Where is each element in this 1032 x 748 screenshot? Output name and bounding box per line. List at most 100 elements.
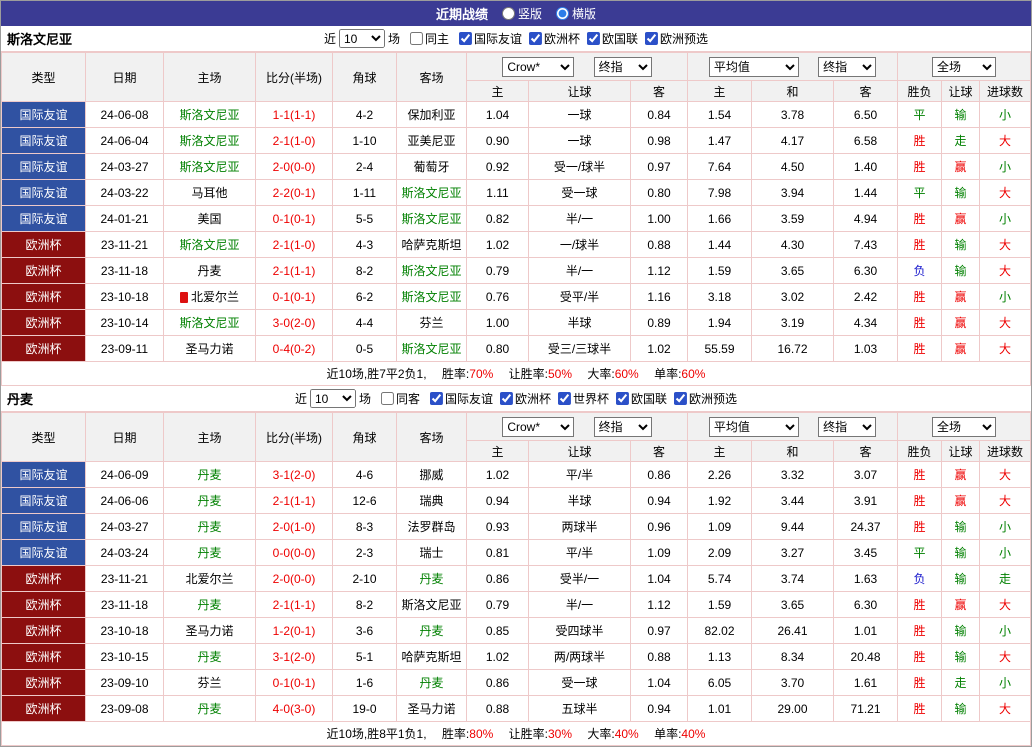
competition-filter[interactable]: 欧洲杯 [493,390,551,407]
home-team-name: 丹麦 [197,264,222,278]
odds-company-select[interactable]: Crow* [502,56,575,77]
summary-stat-winrate: 胜率:80% [441,727,494,741]
same-venue-checkbox[interactable] [409,32,423,45]
avg-home: 6.05 [687,669,752,696]
match-date: 23-11-21 [85,565,164,592]
summary-stat-over-rate: 大率:40% [587,727,639,741]
competition-filter[interactable]: 欧洲预选 [638,30,708,47]
competition-filter[interactable]: 欧国联 [580,30,638,47]
competition-type-badge: 国际友谊 [1,127,86,154]
competition-filters: 国际友谊 欧洲杯 欧国联 欧洲预选 [452,30,708,48]
horizontal-layout-radio[interactable] [556,7,569,20]
avg-draw: 3.65 [751,591,834,618]
average-select[interactable]: 平均值 [708,56,799,77]
result-handicap: 赢 [941,335,980,362]
competition-filter[interactable]: 欧洲杯 [522,30,580,47]
odds-company-select[interactable]: Crow* [502,416,575,437]
vertical-layout-radio[interactable] [501,7,515,20]
odds-handicap: 两球半 [528,513,631,540]
competition-checkbox[interactable] [558,391,572,405]
competition-checkbox[interactable] [587,31,601,45]
odds-away: 0.96 [630,513,688,540]
competition-checkbox[interactable] [674,391,688,405]
match-date: 24-03-27 [85,153,164,180]
competition-checkbox[interactable] [616,391,630,405]
layout-option-vertical[interactable]: 竖版 [501,5,542,22]
layout-option-horizontal[interactable]: 横版 [556,5,596,22]
home-team: 丹麦 [163,539,256,566]
avg-home: 1.44 [687,231,752,258]
competition-type-badge: 欧洲杯 [1,643,86,670]
competition-checkbox[interactable] [458,31,472,45]
recent-count-select[interactable]: 10 [309,389,356,408]
avg-home: 2.09 [687,539,752,566]
home-team: 斯洛文尼亚 [163,153,256,180]
odds-time-select[interactable]: 终指 [593,416,652,437]
home-team-name: 斯洛文尼亚 [179,134,240,148]
competition-filter[interactable]: 欧国联 [609,390,667,407]
competition-label: 欧洲杯 [515,391,552,406]
result-wdl: 胜 [897,335,942,362]
average-select[interactable]: 平均值 [708,416,799,437]
matches-table: 类型 日期 主场 比分(半场) 角球 客场 Crow* 终指 平均值 终指 全场… [1,52,1031,386]
corners: 2-10 [332,565,397,592]
match-date: 24-01-21 [85,205,164,232]
competition-filter[interactable]: 国际友谊 [452,30,522,47]
home-team-name: 圣马力诺 [185,342,234,356]
competition-filter[interactable]: 欧洲预选 [667,390,737,407]
match-date: 24-06-04 [85,127,164,154]
odds-time-select[interactable]: 终指 [593,56,652,77]
match-date: 23-10-14 [85,309,164,336]
result-goals: 大 [979,309,1031,336]
competition-checkbox[interactable] [529,31,543,45]
page-title: 近期战绩 [435,7,488,22]
competition-type-badge: 国际友谊 [1,513,86,540]
result-wdl: 胜 [897,231,942,258]
odds-handicap: 五球半 [528,695,631,722]
avg-away: 3.91 [833,487,898,514]
summary-stat-handicap-rate: 让胜率:30% [508,727,573,741]
odds-handicap: 半球 [528,487,631,514]
competition-checkbox[interactable] [500,391,513,405]
col-odds-away: 客 [630,80,688,102]
average-time-select[interactable]: 终指 [818,416,877,437]
avg-draw: 3.74 [751,565,834,592]
competition-filter[interactable]: 国际友谊 [423,390,493,407]
result-goals: 小 [979,513,1031,540]
result-goals: 大 [979,591,1031,618]
col-score-halftime: 比分(半场) [255,412,333,462]
same-venue-filter[interactable]: 同主 [403,30,449,47]
away-team: 斯洛文尼亚 [396,283,467,310]
result-goals: 小 [979,669,1031,696]
team-name: 丹麦 [7,392,34,407]
competition-checkbox[interactable] [429,391,443,405]
games-label: 场 [358,392,371,406]
score-halftime: 3-1(2-0) [255,461,333,488]
same-venue-checkbox[interactable] [380,392,394,405]
recent-count-select[interactable]: 10 [338,29,385,48]
avg-draw: 3.02 [751,283,834,310]
same-venue-filter[interactable]: 同客 [374,390,420,407]
result-handicap: 输 [941,513,980,540]
score-halftime: 4-0(3-0) [255,695,333,722]
scope-select[interactable]: 全场 [932,416,996,437]
match-row: 国际友谊 24-03-24 丹麦 0-0(0-0) 2-3 瑞士 0.81 平/半 1.09 2.… [1,539,1031,566]
result-wdl: 胜 [897,205,942,232]
average-time-select[interactable]: 终指 [818,56,877,77]
score-halftime: 1-2(0-1) [255,617,333,644]
home-team: 马耳他 [163,179,256,206]
odds-away: 0.88 [630,643,688,670]
competition-label: 世界杯 [573,391,610,406]
competition-filter[interactable]: 世界杯 [551,390,609,407]
col-odds-home: 主 [466,80,529,102]
result-handicap: 输 [941,695,980,722]
score-halftime: 0-1(0-1) [255,205,333,232]
odds-group-header: Crow* 终指 [466,52,688,81]
result-goals: 大 [979,643,1031,670]
competition-checkbox[interactable] [645,31,659,45]
match-date: 24-03-27 [85,513,164,540]
home-team: 丹麦 [163,591,256,618]
match-row: 欧洲杯 23-10-18 北爱尔兰 0-1(0-1) 6-2 斯洛文尼亚 0.76 受平/半 1… [1,283,1031,310]
recent-label: 近 [323,32,336,46]
scope-select[interactable]: 全场 [932,56,996,77]
